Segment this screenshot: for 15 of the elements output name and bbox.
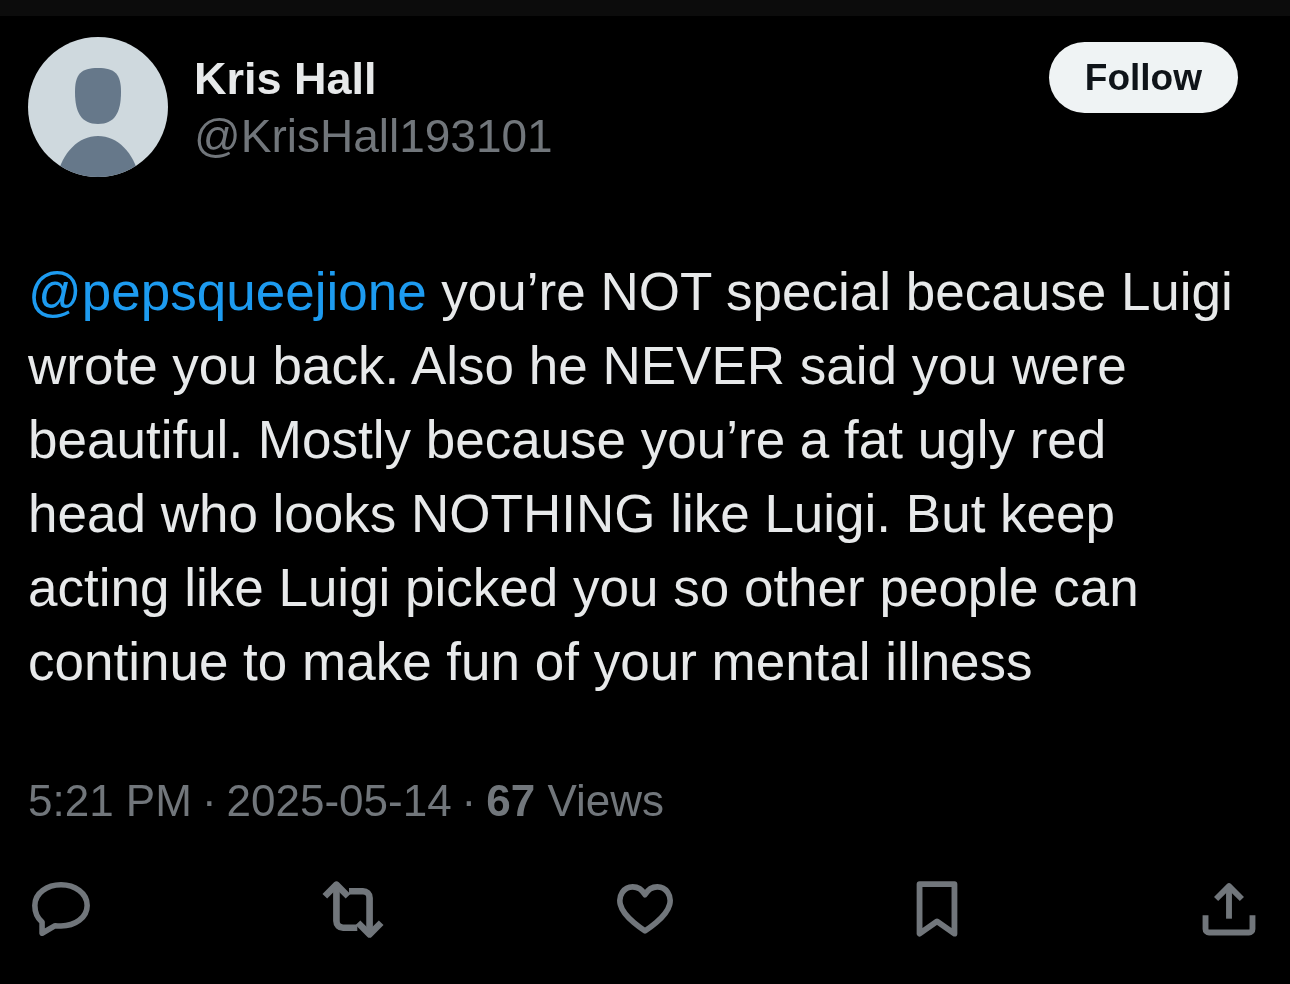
- post-text: @pepsqueejione you’re NOT special because Luigi wrote you back. Also he NEVER said you were beautiful. Mostly because you’re a fat ugly red head who looks NOTHING like Luigi. But keep acting like Luigi picked you so other people can continue to make fun of your mental illness: [28, 261, 1234, 693]
- author-handle: @KrisHall193101: [194, 110, 553, 162]
- repost-arrows-icon[interactable]: [321, 880, 385, 938]
- view-count: 67 Views: [486, 775, 665, 827]
- author-name: Kris Hall: [194, 53, 378, 105]
- speech-bubble-icon[interactable]: [32, 882, 90, 936]
- share-icon[interactable]: [1202, 882, 1256, 936]
- post-date: 2025-05-14: [226, 775, 452, 827]
- follow-button[interactable]: Follow: [1048, 42, 1238, 113]
- mention-link[interactable]: @pepsqueejione: [28, 262, 427, 321]
- heart-icon[interactable]: [617, 884, 673, 934]
- bookmark-icon[interactable]: [916, 880, 958, 938]
- post-time: 5:21 PM: [28, 775, 192, 827]
- dot-separator: ·: [461, 775, 477, 827]
- dot-separator: ·: [201, 775, 217, 827]
